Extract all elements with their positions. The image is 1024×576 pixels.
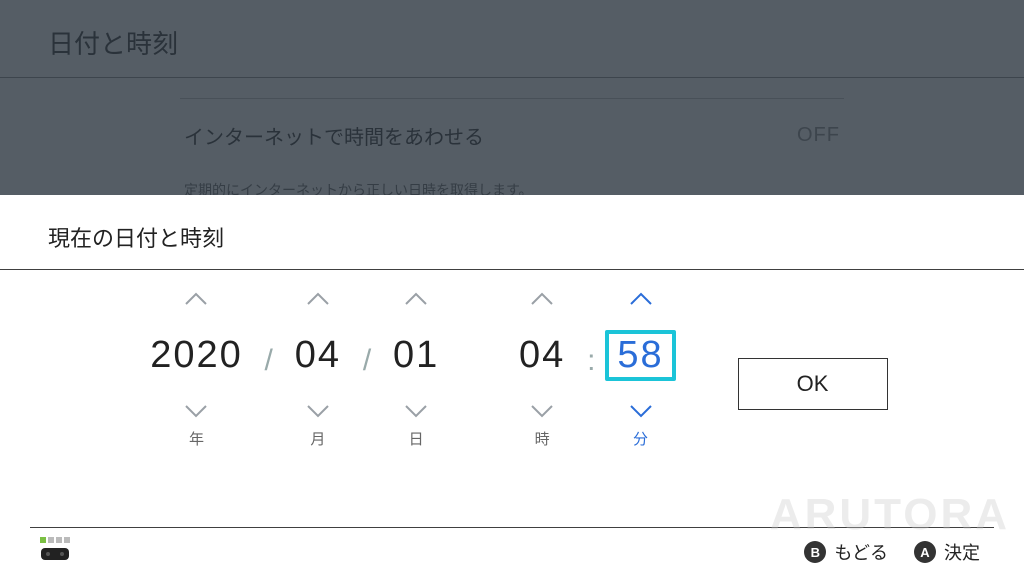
date-separator: / bbox=[355, 292, 379, 482]
chevron-down-icon[interactable] bbox=[530, 404, 554, 418]
minute-label: 分 bbox=[633, 428, 648, 449]
hint-confirm-label: 決定 bbox=[944, 539, 980, 565]
picker-month[interactable]: 04 月 bbox=[281, 292, 355, 449]
hour-value: 04 bbox=[511, 334, 573, 377]
day-value: 01 bbox=[385, 334, 447, 377]
footer-bar: B もどる A 決定 bbox=[0, 528, 1024, 576]
chevron-down-icon[interactable] bbox=[629, 404, 653, 418]
modal-title: 現在の日付と時刻 bbox=[0, 195, 1024, 270]
ok-button[interactable]: OK bbox=[738, 358, 888, 410]
chevron-up-icon[interactable] bbox=[629, 292, 653, 306]
minute-value: 58 bbox=[605, 330, 675, 381]
hour-label: 時 bbox=[535, 428, 550, 449]
month-value: 04 bbox=[287, 334, 349, 377]
date-separator: / bbox=[256, 292, 280, 482]
datetime-modal: 現在の日付と時刻 2020 年 / 04 月 / 01 日 bbox=[0, 195, 1024, 576]
chevron-up-icon[interactable] bbox=[404, 292, 428, 306]
a-button-icon: A bbox=[914, 541, 936, 563]
hint-back-label: もどる bbox=[834, 539, 888, 565]
controller-icon bbox=[40, 545, 70, 563]
chevron-up-icon[interactable] bbox=[184, 292, 208, 306]
controller-status-dots bbox=[40, 537, 70, 543]
picker-minute[interactable]: 58 分 bbox=[604, 292, 678, 449]
chevron-up-icon[interactable] bbox=[306, 292, 330, 306]
hint-confirm: A 決定 bbox=[914, 539, 980, 565]
datetime-picker: 2020 年 / 04 月 / 01 日 04 時 : bbox=[30, 270, 994, 528]
chevron-down-icon[interactable] bbox=[404, 404, 428, 418]
day-label: 日 bbox=[409, 428, 424, 449]
year-value: 2020 bbox=[142, 334, 251, 377]
picker-hour[interactable]: 04 時 bbox=[505, 292, 579, 449]
chevron-down-icon[interactable] bbox=[306, 404, 330, 418]
hint-back: B もどる bbox=[804, 539, 888, 565]
year-label: 年 bbox=[189, 428, 204, 449]
modal-dim-overlay bbox=[0, 0, 1024, 195]
controller-indicator bbox=[40, 537, 70, 568]
chevron-up-icon[interactable] bbox=[530, 292, 554, 306]
b-button-icon: B bbox=[804, 541, 826, 563]
picker-year[interactable]: 2020 年 bbox=[136, 292, 256, 449]
month-label: 月 bbox=[310, 428, 325, 449]
time-separator: : bbox=[579, 292, 603, 482]
picker-day[interactable]: 01 日 bbox=[379, 292, 453, 449]
chevron-down-icon[interactable] bbox=[184, 404, 208, 418]
